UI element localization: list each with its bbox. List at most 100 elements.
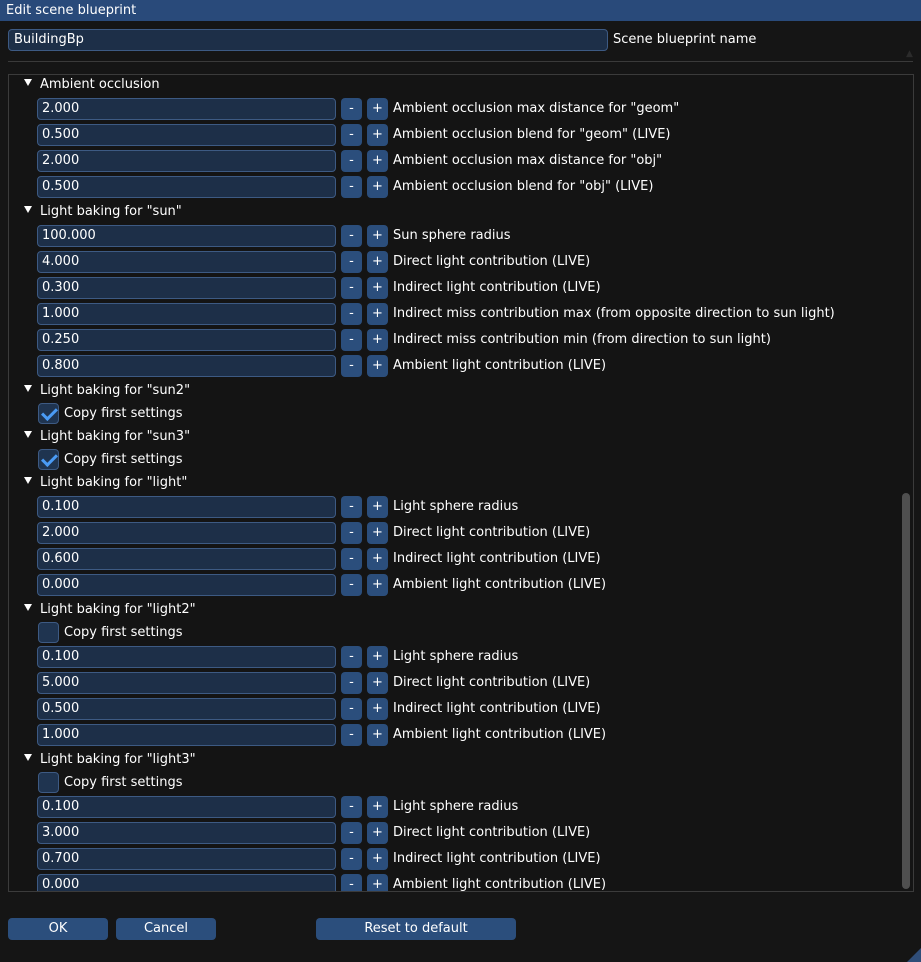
setting-label: Indirect miss contribution min (from dir… (393, 332, 771, 347)
value-input[interactable]: 2.000 (37, 98, 336, 120)
increment-button[interactable]: + (367, 796, 388, 818)
value-input[interactable]: 2.000 (37, 150, 336, 172)
increment-button[interactable]: + (367, 98, 388, 120)
copy-first-settings-checkbox[interactable] (38, 449, 59, 470)
value-input[interactable]: 0.500 (37, 698, 336, 720)
expand-arrow-icon[interactable] (24, 431, 32, 438)
copy-first-settings-checkbox[interactable] (38, 403, 59, 424)
increment-button[interactable]: + (367, 672, 388, 694)
value-input[interactable]: 0.800 (37, 355, 336, 377)
setting-row: 0.250- + Indirect miss contribution min (f… (9, 329, 889, 351)
decrement-button[interactable]: - (341, 848, 362, 870)
value-input[interactable]: 0.700 (37, 848, 336, 870)
increment-button[interactable]: + (367, 698, 388, 720)
copy-first-settings-row: Copy first settings (9, 403, 889, 425)
increment-button[interactable]: + (367, 303, 388, 325)
copy-first-settings-checkbox[interactable] (38, 622, 59, 643)
scene-blueprint-name-input[interactable]: BuildingBp (8, 29, 608, 51)
increment-button[interactable]: + (367, 646, 388, 668)
section-header[interactable]: Light baking for "light" (9, 472, 889, 494)
value-input[interactable]: 0.100 (37, 496, 336, 518)
expand-arrow-icon[interactable] (24, 477, 32, 484)
resize-grip[interactable] (907, 948, 921, 962)
value-input[interactable]: 0.600 (37, 548, 336, 570)
increment-button[interactable]: + (367, 548, 388, 570)
increment-button[interactable]: + (367, 176, 388, 198)
increment-button[interactable]: + (367, 874, 388, 891)
increment-button[interactable]: + (367, 724, 388, 746)
value-input[interactable]: 3.000 (37, 822, 336, 844)
copy-first-settings-checkbox[interactable] (38, 772, 59, 793)
increment-button[interactable]: + (367, 496, 388, 518)
increment-button[interactable]: + (367, 355, 388, 377)
increment-button[interactable]: + (367, 150, 388, 172)
decrement-button[interactable]: - (341, 724, 362, 746)
value-input[interactable]: 0.300 (37, 277, 336, 299)
increment-button[interactable]: + (367, 574, 388, 596)
decrement-button[interactable]: - (341, 150, 362, 172)
ok-button[interactable]: OK (8, 918, 108, 940)
expand-arrow-icon[interactable] (24, 79, 32, 86)
decrement-button[interactable]: - (341, 698, 362, 720)
increment-button[interactable]: + (367, 329, 388, 351)
reset-to-default-button[interactable]: Reset to default (316, 918, 516, 940)
decrement-button[interactable]: - (341, 522, 362, 544)
expand-arrow-icon[interactable] (24, 385, 32, 392)
decrement-button[interactable]: - (341, 548, 362, 570)
value-input[interactable]: 1.000 (37, 303, 336, 325)
value-input[interactable]: 4.000 (37, 251, 336, 273)
settings-panel[interactable]: Ambient occlusion 2.000- + Ambient occlusio… (8, 74, 914, 892)
setting-row: 1.000- + Indirect miss contribution max (f… (9, 303, 889, 325)
decrement-button[interactable]: - (341, 574, 362, 596)
decrement-button[interactable]: - (341, 646, 362, 668)
decrement-button[interactable]: - (341, 874, 362, 891)
value-input[interactable]: 0.000 (37, 874, 336, 891)
copy-first-settings-label: Copy first settings (64, 625, 183, 640)
section-header[interactable]: Light baking for "light3" (9, 749, 889, 771)
section-header[interactable]: Light baking for "sun" (9, 201, 889, 223)
increment-button[interactable]: + (367, 522, 388, 544)
decrement-button[interactable]: - (341, 225, 362, 247)
value-input[interactable]: 0.000 (37, 574, 336, 596)
section-header[interactable]: Light baking for "light2" (9, 599, 889, 621)
value-input[interactable]: 0.100 (37, 796, 336, 818)
decrement-button[interactable]: - (341, 251, 362, 273)
setting-row: 2.000- + Direct light contribution (LIVE) (9, 522, 889, 544)
increment-button[interactable]: + (367, 277, 388, 299)
decrement-button[interactable]: - (341, 277, 362, 299)
value-input[interactable]: 0.500 (37, 124, 336, 146)
setting-label: Indirect light contribution (LIVE) (393, 551, 601, 566)
decrement-button[interactable]: - (341, 303, 362, 325)
value-input[interactable]: 5.000 (37, 672, 336, 694)
decrement-button[interactable]: - (341, 672, 362, 694)
increment-button[interactable]: + (367, 124, 388, 146)
decrement-button[interactable]: - (341, 796, 362, 818)
decrement-button[interactable]: - (341, 124, 362, 146)
increment-button[interactable]: + (367, 848, 388, 870)
value-input[interactable]: 100.000 (37, 225, 336, 247)
decrement-button[interactable]: - (341, 822, 362, 844)
increment-button[interactable]: + (367, 251, 388, 273)
value-input[interactable]: 0.250 (37, 329, 336, 351)
decrement-button[interactable]: - (341, 176, 362, 198)
section-header[interactable]: Light baking for "sun3" (9, 426, 889, 448)
setting-row: 0.100- + Light sphere radius (9, 796, 889, 818)
cancel-button[interactable]: Cancel (116, 918, 216, 940)
value-input[interactable]: 0.100 (37, 646, 336, 668)
decrement-button[interactable]: - (341, 355, 362, 377)
section-header[interactable]: Light baking for "sun2" (9, 380, 889, 402)
decrement-button[interactable]: - (341, 496, 362, 518)
increment-button[interactable]: + (367, 822, 388, 844)
expand-arrow-icon[interactable] (24, 206, 32, 213)
increment-button[interactable]: + (367, 225, 388, 247)
expand-arrow-icon[interactable] (24, 604, 32, 611)
scrollbar[interactable] (900, 75, 912, 891)
section-header[interactable]: Ambient occlusion (9, 75, 889, 96)
value-input[interactable]: 2.000 (37, 522, 336, 544)
value-input[interactable]: 0.500 (37, 176, 336, 198)
value-input[interactable]: 1.000 (37, 724, 336, 746)
decrement-button[interactable]: - (341, 98, 362, 120)
decrement-button[interactable]: - (341, 329, 362, 351)
scrollbar-thumb[interactable] (902, 493, 910, 889)
expand-arrow-icon[interactable] (24, 754, 32, 761)
